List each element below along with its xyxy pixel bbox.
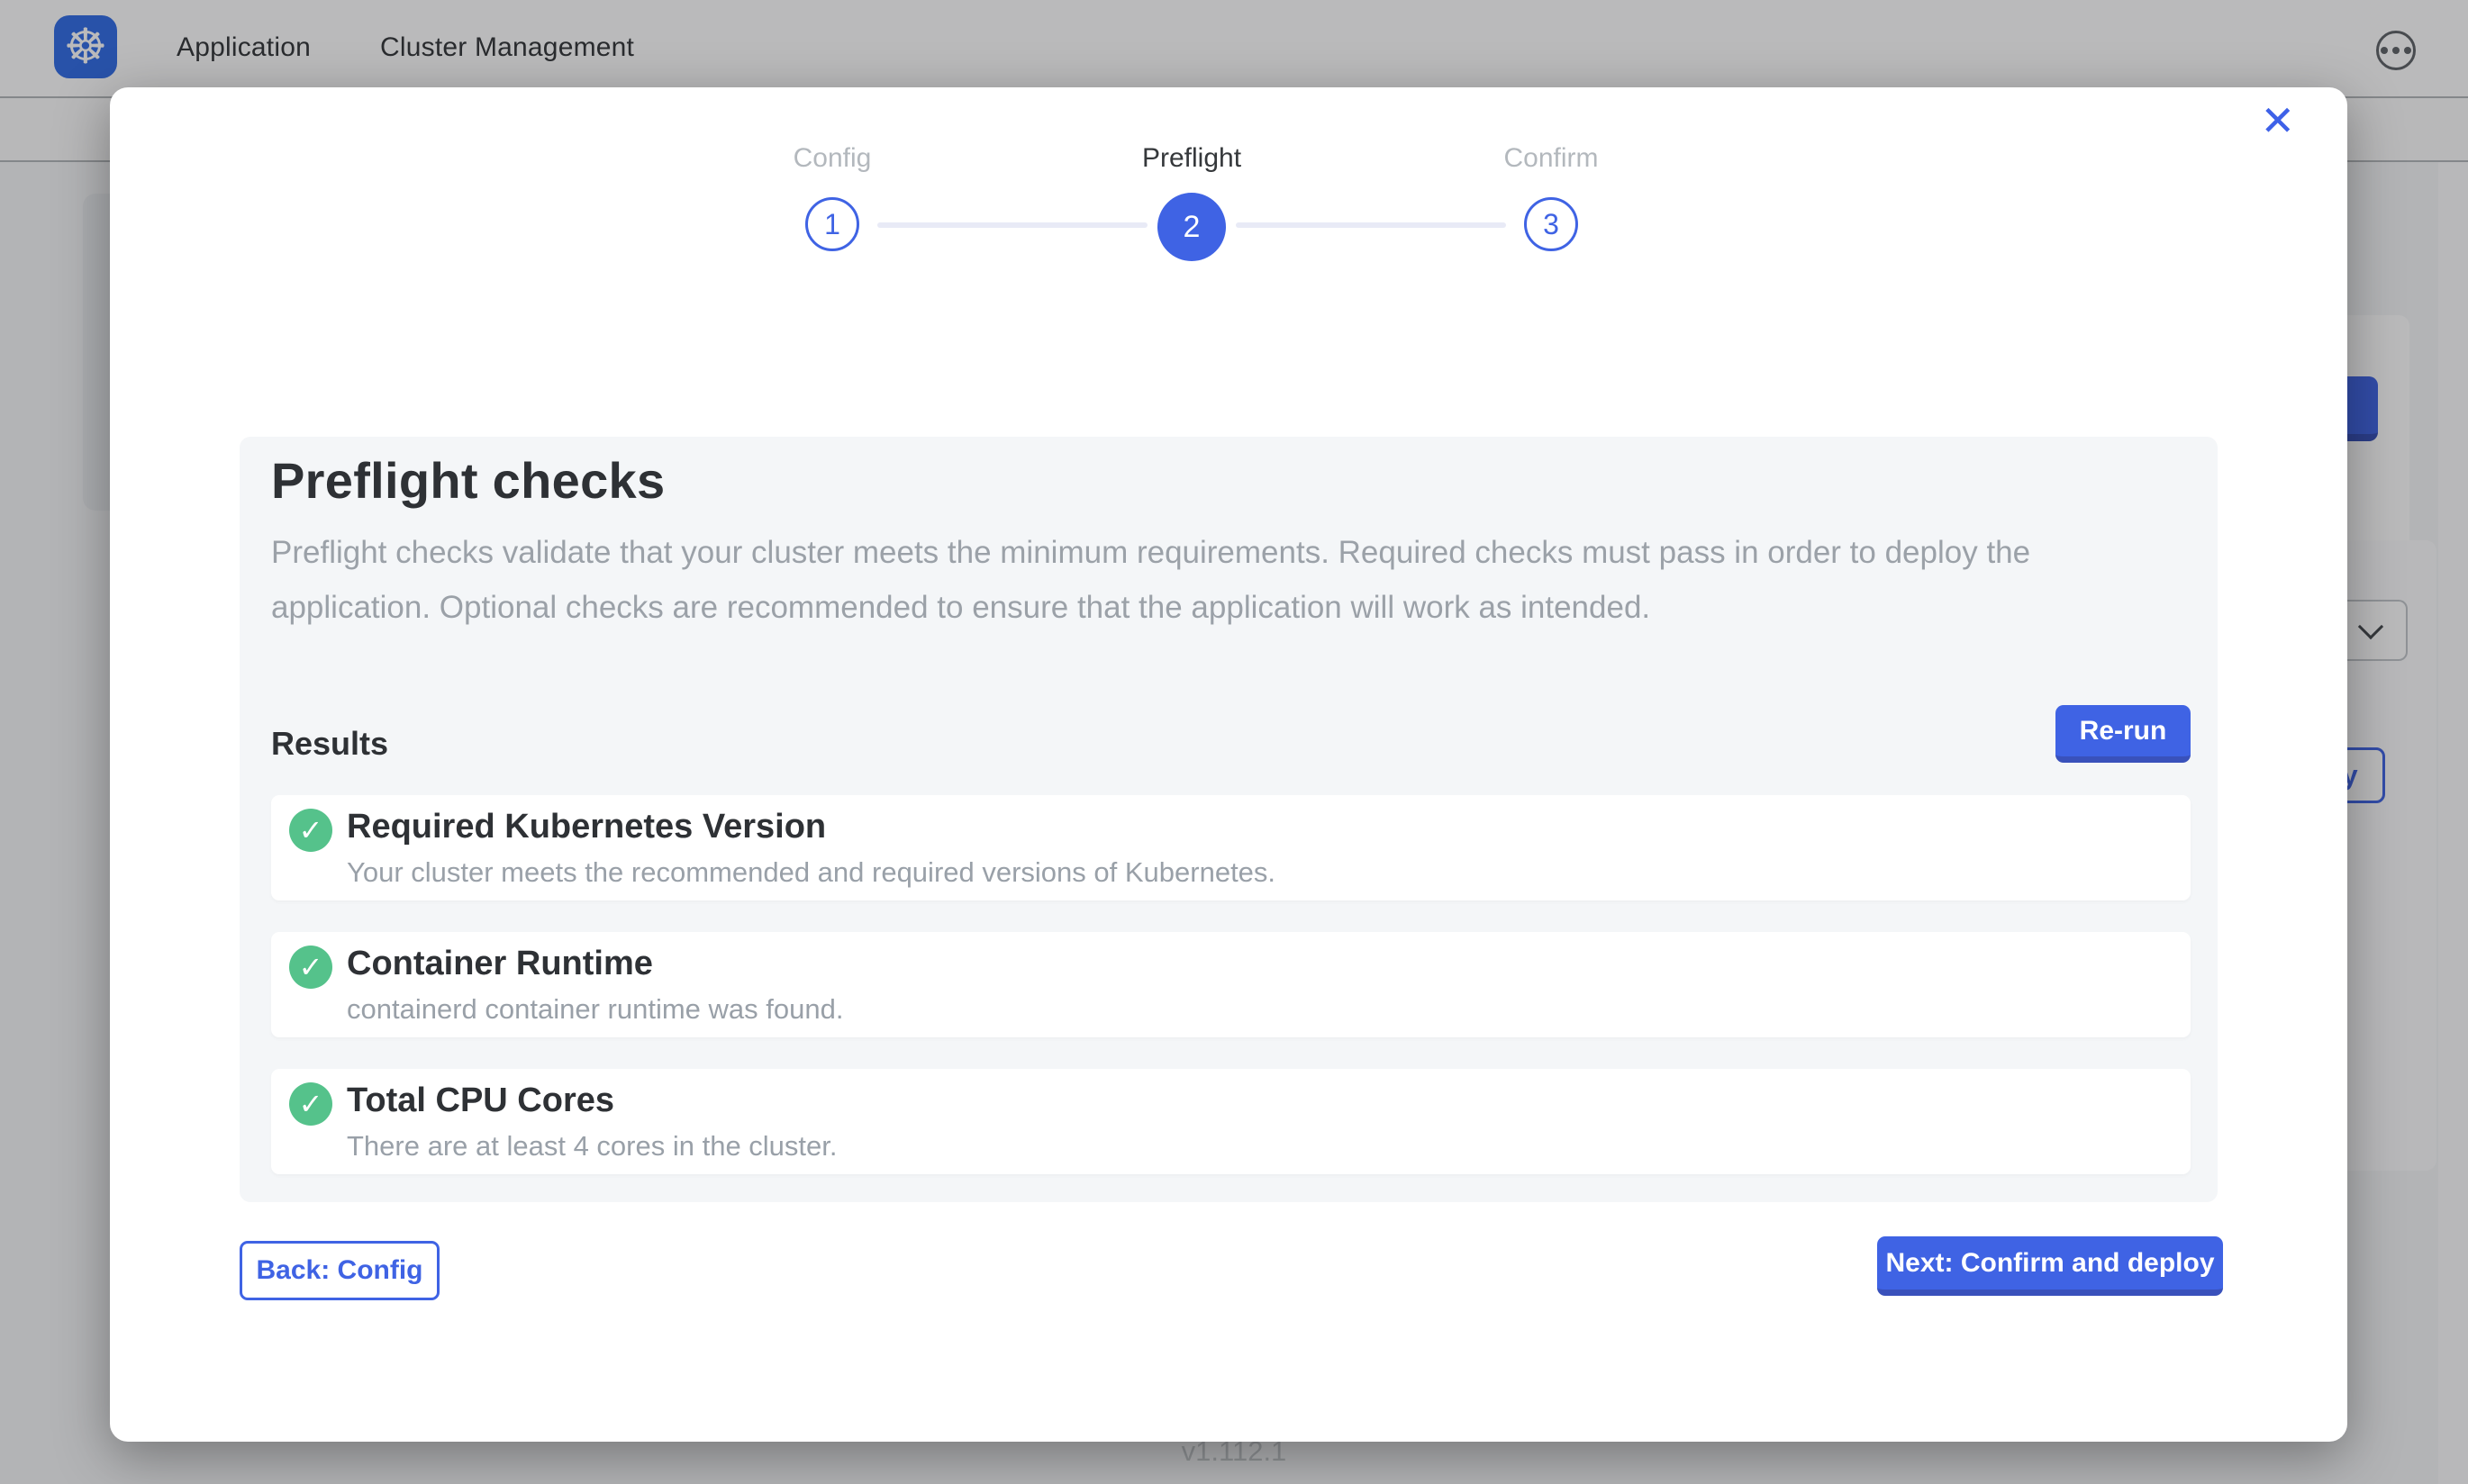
preflight-check-row: ✓ Required Kubernetes Version Your clust…: [271, 795, 2191, 900]
step-label-confirm: Confirm: [1398, 143, 1704, 174]
check-pass-icon: ✓: [289, 1082, 332, 1126]
step-circle-confirm: 3: [1524, 197, 1578, 251]
check-message: There are at least 4 cores in the cluste…: [347, 1130, 838, 1163]
rerun-button[interactable]: Re-run: [2055, 705, 2191, 763]
check-message: containerd container runtime was found.: [347, 993, 843, 1026]
check-title: Required Kubernetes Version: [347, 808, 826, 846]
preflight-results-list: ✓ Required Kubernetes Version Your clust…: [271, 795, 2191, 1206]
results-heading: Results: [271, 725, 388, 763]
step-label-preflight: Preflight: [1039, 143, 1345, 174]
close-button[interactable]: ✕: [2260, 100, 2295, 141]
check-title: Total CPU Cores: [347, 1081, 614, 1120]
preflight-panel: Preflight checks Preflight checks valida…: [240, 437, 2218, 1202]
check-title: Container Runtime: [347, 945, 653, 983]
back-config-button[interactable]: Back: Config: [240, 1241, 440, 1300]
preflight-modal: ✕ Config Preflight Confirm 1 2 3 Preflig…: [110, 87, 2347, 1442]
check-pass-icon: ✓: [289, 809, 332, 852]
step-connector: [877, 222, 1148, 228]
step-connector: [1236, 222, 1506, 228]
preflight-description: Preflight checks validate that your clus…: [271, 525, 2149, 635]
preflight-check-row: ✓ Total CPU Cores There are at least 4 c…: [271, 1069, 2191, 1174]
step-label-config: Config: [679, 143, 985, 174]
check-message: Your cluster meets the recommended and r…: [347, 856, 1275, 889]
screen: ☸ Application Cluster Management 0 y v1.…: [0, 0, 2468, 1484]
preflight-check-row: ✓ Container Runtime containerd container…: [271, 932, 2191, 1037]
page-title: Preflight checks: [271, 451, 665, 510]
close-icon: ✕: [2260, 97, 2295, 144]
next-confirm-deploy-button[interactable]: Next: Confirm and deploy: [1877, 1236, 2223, 1296]
step-circle-config: 1: [805, 197, 859, 251]
check-pass-icon: ✓: [289, 946, 332, 989]
step-circle-preflight: 2: [1157, 193, 1226, 261]
